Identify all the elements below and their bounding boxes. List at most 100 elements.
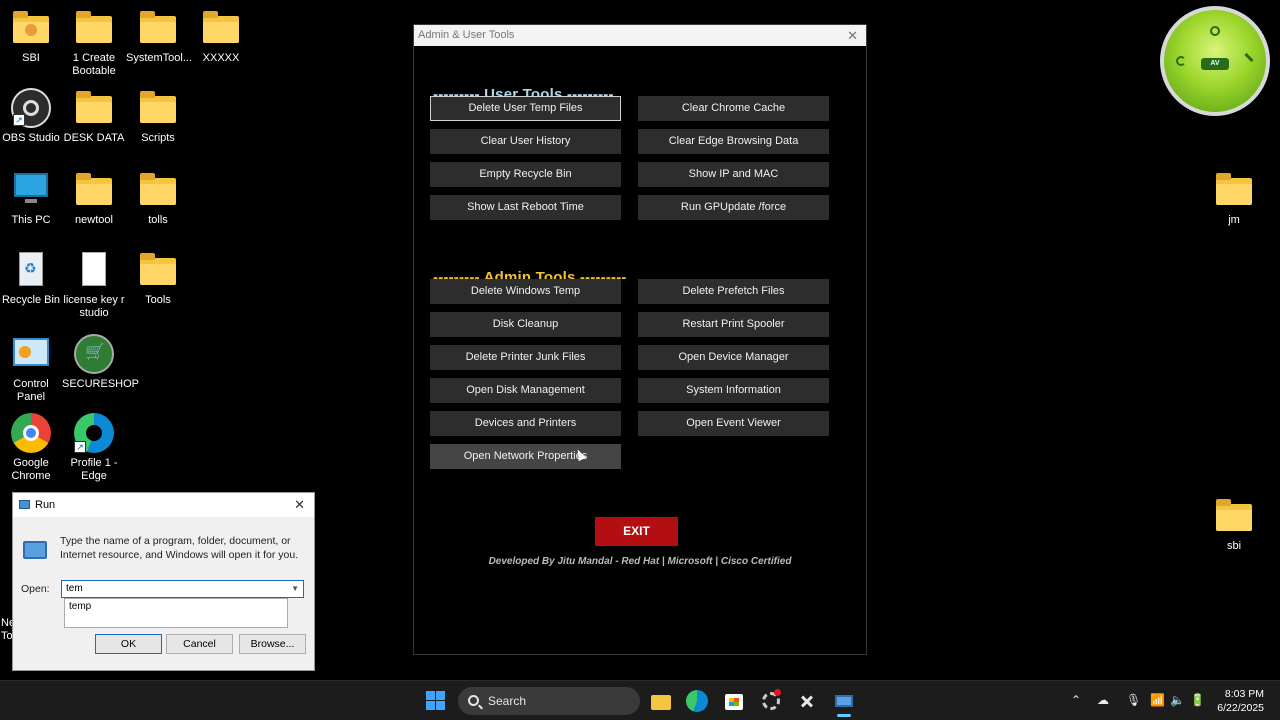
gadget-refresh-icon bbox=[1176, 56, 1186, 66]
restart-print-spooler-button[interactable]: Restart Print Spooler bbox=[638, 312, 829, 337]
desktop-icon-label: jm bbox=[1228, 214, 1240, 226]
obs-icon: ↗ bbox=[11, 88, 51, 128]
clock-date: 6/22/2025 bbox=[1217, 702, 1264, 714]
desktop-icon-xxxxx[interactable]: XXXXX bbox=[189, 8, 253, 65]
run-description: Type the name of a program, folder, docu… bbox=[60, 535, 299, 561]
desktop-icon-label: Tools bbox=[145, 294, 171, 306]
chevron-down-icon[interactable]: ▼ bbox=[291, 581, 299, 597]
taskbar-search-box[interactable]: Search bbox=[458, 687, 640, 715]
store-icon[interactable] bbox=[723, 690, 745, 712]
desktop-icon-this-pc[interactable]: This PC bbox=[0, 170, 63, 227]
folder-icon bbox=[138, 250, 178, 290]
text-file-icon bbox=[74, 250, 114, 290]
close-icon[interactable]: ✕ bbox=[847, 25, 858, 46]
exit-button[interactable]: EXIT bbox=[595, 517, 678, 546]
show-last-reboot-button[interactable]: Show Last Reboot Time bbox=[430, 195, 621, 220]
desktop-icon-label: DESK DATA bbox=[63, 132, 125, 144]
open-device-manager-button[interactable]: Open Device Manager bbox=[638, 345, 829, 370]
disk-cleanup-button[interactable]: Disk Cleanup bbox=[430, 312, 621, 337]
volume-icon[interactable]: 🔈 bbox=[1170, 693, 1185, 707]
desktop-icon-control-panel[interactable]: Control Panel bbox=[0, 334, 63, 404]
desktop-icon-create-bootable[interactable]: 1 Create Bootable bbox=[62, 8, 126, 78]
cart-icon: 🛒 bbox=[74, 334, 114, 374]
wifi-icon[interactable]: 📶 bbox=[1150, 693, 1165, 707]
desktop-icon-desk-data[interactable]: DESK DATA bbox=[62, 88, 126, 145]
desktop-icon-label: 1 Create Bootable bbox=[72, 52, 116, 77]
edge-taskbar-icon[interactable] bbox=[686, 690, 708, 712]
desktop-icon-systemtool[interactable]: SystemTool... bbox=[126, 8, 193, 65]
open-event-viewer-button[interactable]: Open Event Viewer bbox=[638, 411, 829, 436]
system-clock[interactable]: 8:03 PM 6/22/2025 bbox=[1217, 687, 1264, 715]
autocomplete-item[interactable]: temp bbox=[69, 601, 283, 612]
delete-user-temp-files-button[interactable]: Delete User Temp Files bbox=[430, 96, 621, 121]
window-title: Admin & User Tools bbox=[418, 29, 515, 41]
desktop-icon-jm[interactable]: jm bbox=[1202, 170, 1266, 227]
run-dialog: Run ✕ Type the name of a program, folder… bbox=[12, 492, 315, 671]
gadget-search-icon bbox=[1210, 26, 1220, 36]
taskbar: Search ⌃ ☁ 🎙 📶 🔈 🔋 8:03 PM 6/22/2025 bbox=[0, 680, 1280, 720]
gadget-badge: AV bbox=[1201, 58, 1229, 70]
desktop-icon-license-key[interactable]: license key r studio bbox=[62, 250, 126, 320]
devices-and-printers-button[interactable]: Devices and Printers bbox=[430, 411, 621, 436]
snipping-tool-icon[interactable] bbox=[796, 690, 818, 712]
file-explorer-icon[interactable] bbox=[650, 690, 672, 712]
clear-user-history-button[interactable]: Clear User History bbox=[430, 129, 621, 154]
browse-button[interactable]: Browse... bbox=[239, 634, 306, 654]
autocomplete-dropdown: temp bbox=[64, 598, 288, 628]
close-icon[interactable]: ✕ bbox=[294, 493, 305, 517]
desktop-icon-label: Scripts bbox=[141, 132, 175, 144]
desktop-icon-google-chrome[interactable]: Google Chrome bbox=[0, 413, 63, 483]
desktop-icon-recycle-bin[interactable]: ♻ Recycle Bin bbox=[0, 250, 63, 307]
cancel-button[interactable]: Cancel bbox=[166, 634, 233, 654]
ok-button[interactable]: OK bbox=[95, 634, 162, 654]
folder-icon bbox=[201, 8, 241, 48]
desktop-icon-sbi[interactable]: SBI bbox=[0, 8, 63, 65]
folder-icon bbox=[1214, 170, 1254, 210]
run-app-icon bbox=[19, 500, 30, 509]
delete-windows-temp-button[interactable]: Delete Windows Temp bbox=[430, 279, 621, 304]
desktop-icon-newtool[interactable]: newtool bbox=[62, 170, 126, 227]
desktop-icon-scripts[interactable]: Scripts bbox=[126, 88, 190, 145]
desktop-icon-label: SystemTool... bbox=[126, 52, 193, 64]
desktop-icon-tolls[interactable]: tolls bbox=[126, 170, 190, 227]
folder-icon bbox=[138, 8, 178, 48]
clear-edge-browsing-data-button[interactable]: Clear Edge Browsing Data bbox=[638, 129, 829, 154]
settings-gear-icon[interactable] bbox=[760, 689, 782, 712]
empty-recycle-bin-button[interactable]: Empty Recycle Bin bbox=[430, 162, 621, 187]
control-panel-icon bbox=[11, 334, 51, 374]
folder-icon bbox=[138, 170, 178, 210]
run-dialog-titlebar[interactable]: Run ✕ bbox=[13, 493, 314, 517]
battery-icon[interactable]: 🔋 bbox=[1190, 693, 1205, 707]
open-disk-management-button[interactable]: Open Disk Management bbox=[430, 378, 621, 403]
desktop-icon-label: Control Panel bbox=[13, 378, 49, 403]
antivirus-gadget[interactable]: AV bbox=[1160, 6, 1270, 116]
desktop-icon-secureshop[interactable]: 🛒 SECURESHOP bbox=[62, 334, 139, 391]
windows-start-icon[interactable] bbox=[425, 690, 447, 712]
desktop-icon-label: sbi bbox=[1226, 540, 1242, 552]
chevron-up-icon[interactable]: ⌃ bbox=[1071, 693, 1081, 707]
microphone-icon[interactable]: 🎙 bbox=[1126, 693, 1141, 707]
system-information-button[interactable]: System Information bbox=[638, 378, 829, 403]
recycle-bin-icon: ♻ bbox=[11, 250, 51, 290]
run-taskbar-icon[interactable] bbox=[833, 690, 855, 717]
run-open-input[interactable]: tem ▼ bbox=[61, 580, 304, 598]
delete-prefetch-files-button[interactable]: Delete Prefetch Files bbox=[638, 279, 829, 304]
shortcut-arrow-icon: ↗ bbox=[13, 114, 25, 126]
shortcut-arrow-icon: ↗ bbox=[74, 441, 86, 453]
desktop-icon-obs-studio[interactable]: ↗ OBS Studio bbox=[0, 88, 63, 145]
desktop-icon-edge-profile[interactable]: ↗ Profile 1 - Edge bbox=[62, 413, 126, 483]
onedrive-icon[interactable]: ☁ bbox=[1097, 693, 1109, 707]
run-gpupdate-button[interactable]: Run GPUpdate /force bbox=[638, 195, 829, 220]
open-network-properties-button[interactable]: Open Network Properties bbox=[430, 444, 621, 469]
run-window-icon bbox=[23, 541, 47, 559]
clock-time: 8:03 PM bbox=[1224, 688, 1264, 700]
run-input-value: tem bbox=[66, 583, 83, 594]
window-titlebar[interactable]: Admin & User Tools ✕ bbox=[414, 25, 866, 46]
clear-chrome-cache-button[interactable]: Clear Chrome Cache bbox=[638, 96, 829, 121]
gadget-wrench-icon bbox=[1244, 52, 1254, 63]
show-ip-mac-button[interactable]: Show IP and MAC bbox=[638, 162, 829, 187]
delete-printer-junk-button[interactable]: Delete Printer Junk Files bbox=[430, 345, 621, 370]
user-folder-icon bbox=[11, 8, 51, 48]
desktop-icon-tools[interactable]: Tools bbox=[126, 250, 190, 307]
desktop-icon-sbi-folder[interactable]: sbi bbox=[1202, 496, 1266, 553]
